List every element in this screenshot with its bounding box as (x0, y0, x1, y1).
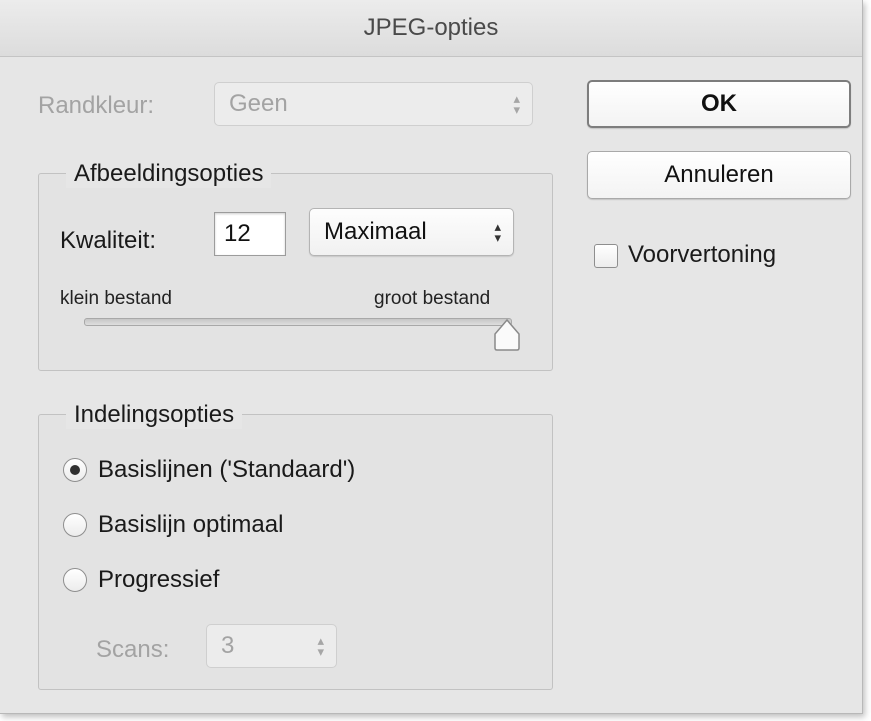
scans-select: 3 ▴ ▾ (206, 624, 337, 668)
quality-label: Kwaliteit: (60, 227, 157, 254)
up-down-arrows-icon: ▴ ▾ (317, 633, 324, 659)
radio-baseline-standard[interactable] (63, 458, 87, 482)
radio-label-progressive[interactable]: Progressief (98, 566, 219, 594)
radio-baseline-optimized[interactable] (63, 513, 87, 537)
image-options-group (38, 173, 553, 371)
quality-input[interactable]: 12 (214, 212, 286, 256)
radio-label-baseline-optimized[interactable]: Basislijn optimaal (98, 511, 283, 539)
format-options-legend: Indelingsopties (66, 401, 243, 429)
image-options-legend: Afbeeldingsopties (66, 160, 272, 188)
slider-max-label: groot bestand (374, 288, 491, 309)
matte-select: Geen ▴ ▾ (214, 82, 533, 126)
radio-label-baseline-standard[interactable]: Basislijnen ('Standaard') (98, 456, 355, 484)
jpeg-options-dialog: JPEG-opties Randkleur: Geen ▴ ▾ Afbeeldin… (0, 0, 863, 714)
quality-preset-value: Maximaal (324, 218, 427, 245)
title-bar[interactable]: JPEG-opties (0, 0, 862, 57)
slider-thumb-icon[interactable] (492, 318, 522, 352)
scans-label: Scans: (96, 636, 170, 663)
window-title: JPEG-opties (363, 14, 499, 41)
scans-value: 3 (221, 632, 235, 659)
matte-label: Randkleur: (38, 92, 155, 119)
radio-progressive[interactable] (63, 568, 87, 592)
cancel-button[interactable]: Annuleren (587, 151, 851, 199)
up-down-arrows-icon: ▴ ▾ (513, 91, 520, 117)
quality-preset-select[interactable]: Maximaal ▴ ▾ (309, 208, 514, 256)
radio-selected-dot (70, 465, 80, 475)
matte-value: Geen (229, 90, 288, 117)
preview-checkbox[interactable] (594, 244, 618, 268)
ok-button[interactable]: OK (587, 80, 851, 128)
slider-min-label: klein bestand (60, 288, 172, 309)
up-down-arrows-icon: ▴ ▾ (494, 219, 501, 245)
preview-label[interactable]: Voorvertoning (628, 241, 776, 269)
quality-slider-track[interactable] (84, 318, 512, 326)
